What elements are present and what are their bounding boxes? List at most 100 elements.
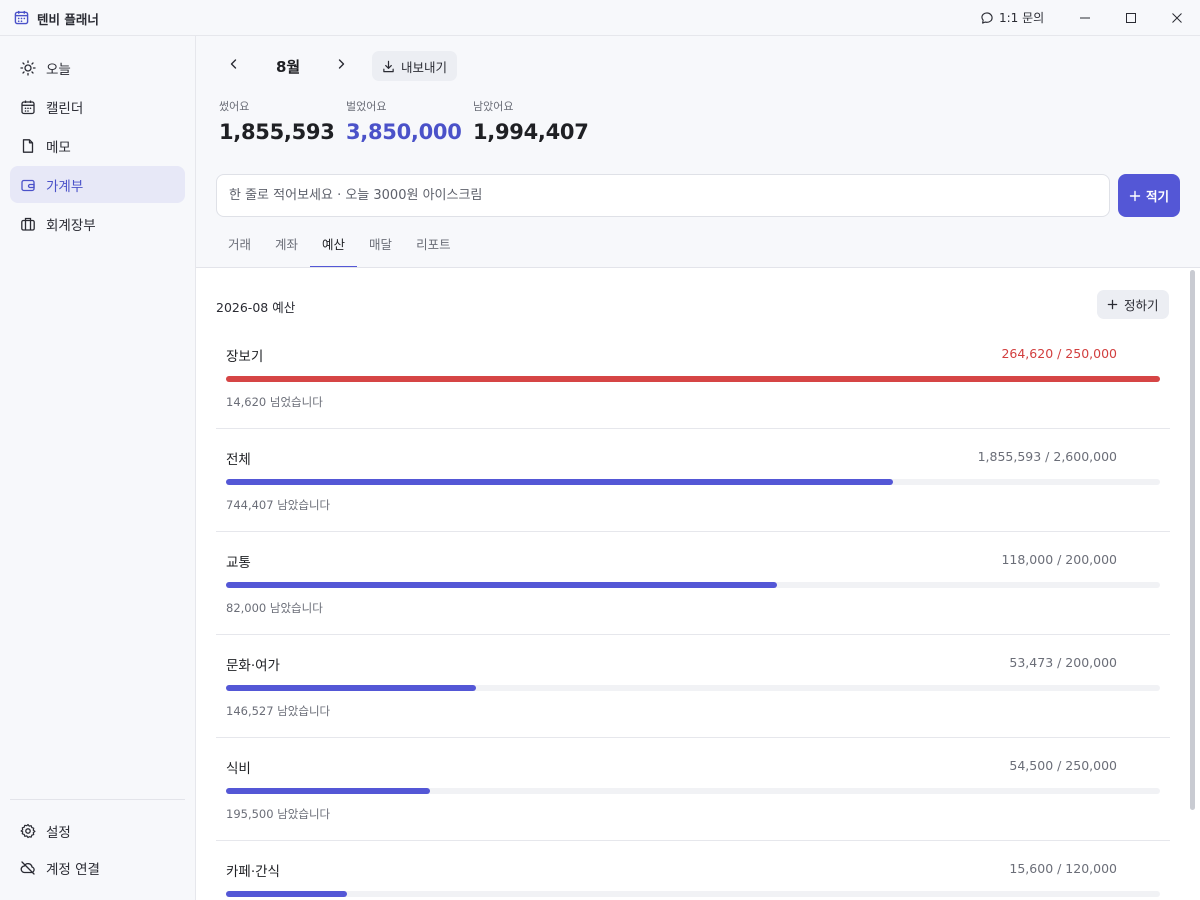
chevron-left-icon <box>230 59 237 69</box>
stat-earned-value: 3,850,000 <box>346 120 462 144</box>
sidebar-item-label: 오늘 <box>46 61 71 78</box>
budget-title: 2026-08 예산 <box>216 300 296 315</box>
sidebar-item-memo[interactable]: 메모 <box>10 127 185 164</box>
budget-progress-fill <box>226 582 778 588</box>
inquiry-button[interactable]: 1:1 문의 <box>980 9 1044 26</box>
download-icon <box>383 60 394 72</box>
export-button[interactable]: 내보내기 <box>372 51 458 81</box>
sidebar-item-label: 메모 <box>46 139 71 156</box>
budget-category-name: 전체 <box>226 452 251 468</box>
budget-progress-fill <box>226 479 893 485</box>
maximize-button[interactable] <box>1108 0 1154 36</box>
budget-amount: 54,500 / 250,000 <box>1009 758 1117 773</box>
sidebar-item-calendar[interactable]: 캘린더 <box>10 88 185 125</box>
app-title: 텐비 플래너 <box>37 12 99 27</box>
cloud-off-icon <box>20 860 35 875</box>
stat-earned: 벌었어요 3,850,000 <box>346 98 462 144</box>
stat-spent-label: 썼어요 <box>219 100 250 113</box>
budget-progress-track <box>226 376 1160 382</box>
stat-earned-label: 벌었어요 <box>346 100 387 113</box>
month-label: 8월 <box>276 58 301 76</box>
sidebar-item-label: 캘린더 <box>46 100 84 117</box>
budget-progress-fill <box>226 788 430 794</box>
gear-icon <box>20 823 36 838</box>
plus-icon <box>1129 190 1141 201</box>
sidebar-item-account-link[interactable]: 계정 연결 <box>10 849 185 886</box>
scrollbar[interactable] <box>1190 270 1195 810</box>
write-label: 적기 <box>1145 189 1169 204</box>
budget-remaining-note: 82,000 남았습니다 <box>226 601 323 615</box>
budget-category-name: 장보기 <box>226 349 264 365</box>
set-budget-button[interactable]: 정하기 <box>1097 290 1169 319</box>
set-budget-label: 정하기 <box>1124 298 1159 313</box>
budget-amount: 15,600 / 120,000 <box>1009 861 1117 876</box>
budget-amount: 1,855,593 / 2,600,000 <box>977 449 1117 464</box>
budget-progress-fill <box>226 685 476 691</box>
export-label: 내보내기 <box>401 59 448 75</box>
chevron-right-icon <box>338 59 345 69</box>
sidebar: 오늘 캘린더 메모 가계부 회계장부 설정 계정 연결 <box>0 36 196 900</box>
plus-icon <box>1107 299 1118 310</box>
minimize-button[interactable] <box>1062 0 1108 36</box>
chat-bubble-icon <box>981 11 993 24</box>
tab-budget[interactable]: 예산 <box>310 229 358 268</box>
minimize-icon <box>1080 17 1090 19</box>
budget-list: 장보기 264,620 / 250,000 14,620 넘었습니다전체 1,855,… <box>216 326 1170 900</box>
tab-transactions[interactable]: 거래 <box>216 229 263 268</box>
close-icon <box>1172 13 1182 23</box>
budget-amount: 118,000 / 200,000 <box>1001 552 1117 567</box>
inquiry-label: 1:1 문의 <box>999 11 1045 25</box>
budget-amount: 53,473 / 200,000 <box>1009 655 1117 670</box>
budget-category-name: 문화·여가 <box>226 658 280 674</box>
budget-amount: 264,620 / 250,000 <box>1001 346 1117 361</box>
sidebar-item-label: 가계부 <box>46 178 84 195</box>
document-icon <box>22 138 34 153</box>
budget-remaining-note: 14,620 넘었습니다 <box>226 395 323 409</box>
budget-row[interactable]: 전체 1,855,593 / 2,600,000 744,407 남았습니다 <box>216 429 1170 532</box>
title-bar: 텐비 플래너 1:1 문의 <box>0 0 1200 36</box>
budget-row[interactable]: 교통 118,000 / 200,000 82,000 남았습니다 <box>216 532 1170 635</box>
next-month-button[interactable] <box>331 54 351 74</box>
budget-row[interactable]: 장보기 264,620 / 250,000 14,620 넘었습니다 <box>216 326 1170 429</box>
sidebar-divider <box>10 799 185 800</box>
prev-month-button[interactable] <box>224 54 244 74</box>
budget-panel: 2026-08 예산 정하기 장보기 264,620 / 250,000 14,62… <box>196 268 1200 900</box>
stat-spent-value: 1,855,593 <box>219 120 335 144</box>
main-area: 8월 내보내기 썼어요 1,855,593 벌었어요 3,850,000 남았어… <box>196 36 1200 900</box>
sidebar-item-accounting[interactable]: 회계장부 <box>10 205 185 242</box>
tab-monthly[interactable]: 매달 <box>357 229 404 268</box>
calendar-icon <box>21 100 35 114</box>
stat-left-label: 남았어요 <box>473 100 514 113</box>
budget-remaining-note: 195,500 남았습니다 <box>226 807 331 821</box>
budget-remaining-note: 146,527 남았습니다 <box>226 704 331 718</box>
budget-progress-fill <box>226 376 1160 382</box>
budget-progress-track <box>226 788 1160 794</box>
budget-row[interactable]: 식비 54,500 / 250,000 195,500 남았습니다 <box>216 738 1170 841</box>
budget-progress-track <box>226 685 1160 691</box>
write-button[interactable]: 적기 <box>1118 174 1180 217</box>
budget-remaining-note: 744,407 남았습니다 <box>226 498 331 512</box>
budget-row[interactable]: 카페·간식 15,600 / 120,000 <box>216 841 1170 900</box>
budget-progress-track <box>226 891 1160 897</box>
sidebar-item-today[interactable]: 오늘 <box>10 49 185 86</box>
tab-bar: 거래 계좌 예산 매달 리포트 <box>216 229 463 268</box>
budget-category-name: 식비 <box>226 761 251 777</box>
briefcase-icon <box>21 217 35 231</box>
sidebar-item-ledger[interactable]: 가계부 <box>10 166 185 203</box>
sidebar-item-label: 설정 <box>46 824 71 841</box>
tab-accounts[interactable]: 계좌 <box>263 229 310 268</box>
sidebar-item-settings[interactable]: 설정 <box>10 812 185 849</box>
budget-progress-track <box>226 479 1160 485</box>
budget-progress-track <box>226 582 1160 588</box>
tab-report[interactable]: 리포트 <box>404 229 463 268</box>
sidebar-item-label: 회계장부 <box>46 217 96 234</box>
budget-category-name: 카페·간식 <box>226 864 280 880</box>
quick-entry-input[interactable] <box>216 174 1110 217</box>
maximize-icon <box>1126 13 1136 23</box>
stat-spent: 썼어요 1,855,593 <box>219 98 335 144</box>
budget-row[interactable]: 문화·여가 53,473 / 200,000 146,527 남았습니다 <box>216 635 1170 738</box>
sidebar-item-label: 계정 연결 <box>46 861 100 878</box>
sun-icon <box>20 59 36 76</box>
budget-progress-fill <box>226 891 348 897</box>
close-button[interactable] <box>1154 0 1200 36</box>
